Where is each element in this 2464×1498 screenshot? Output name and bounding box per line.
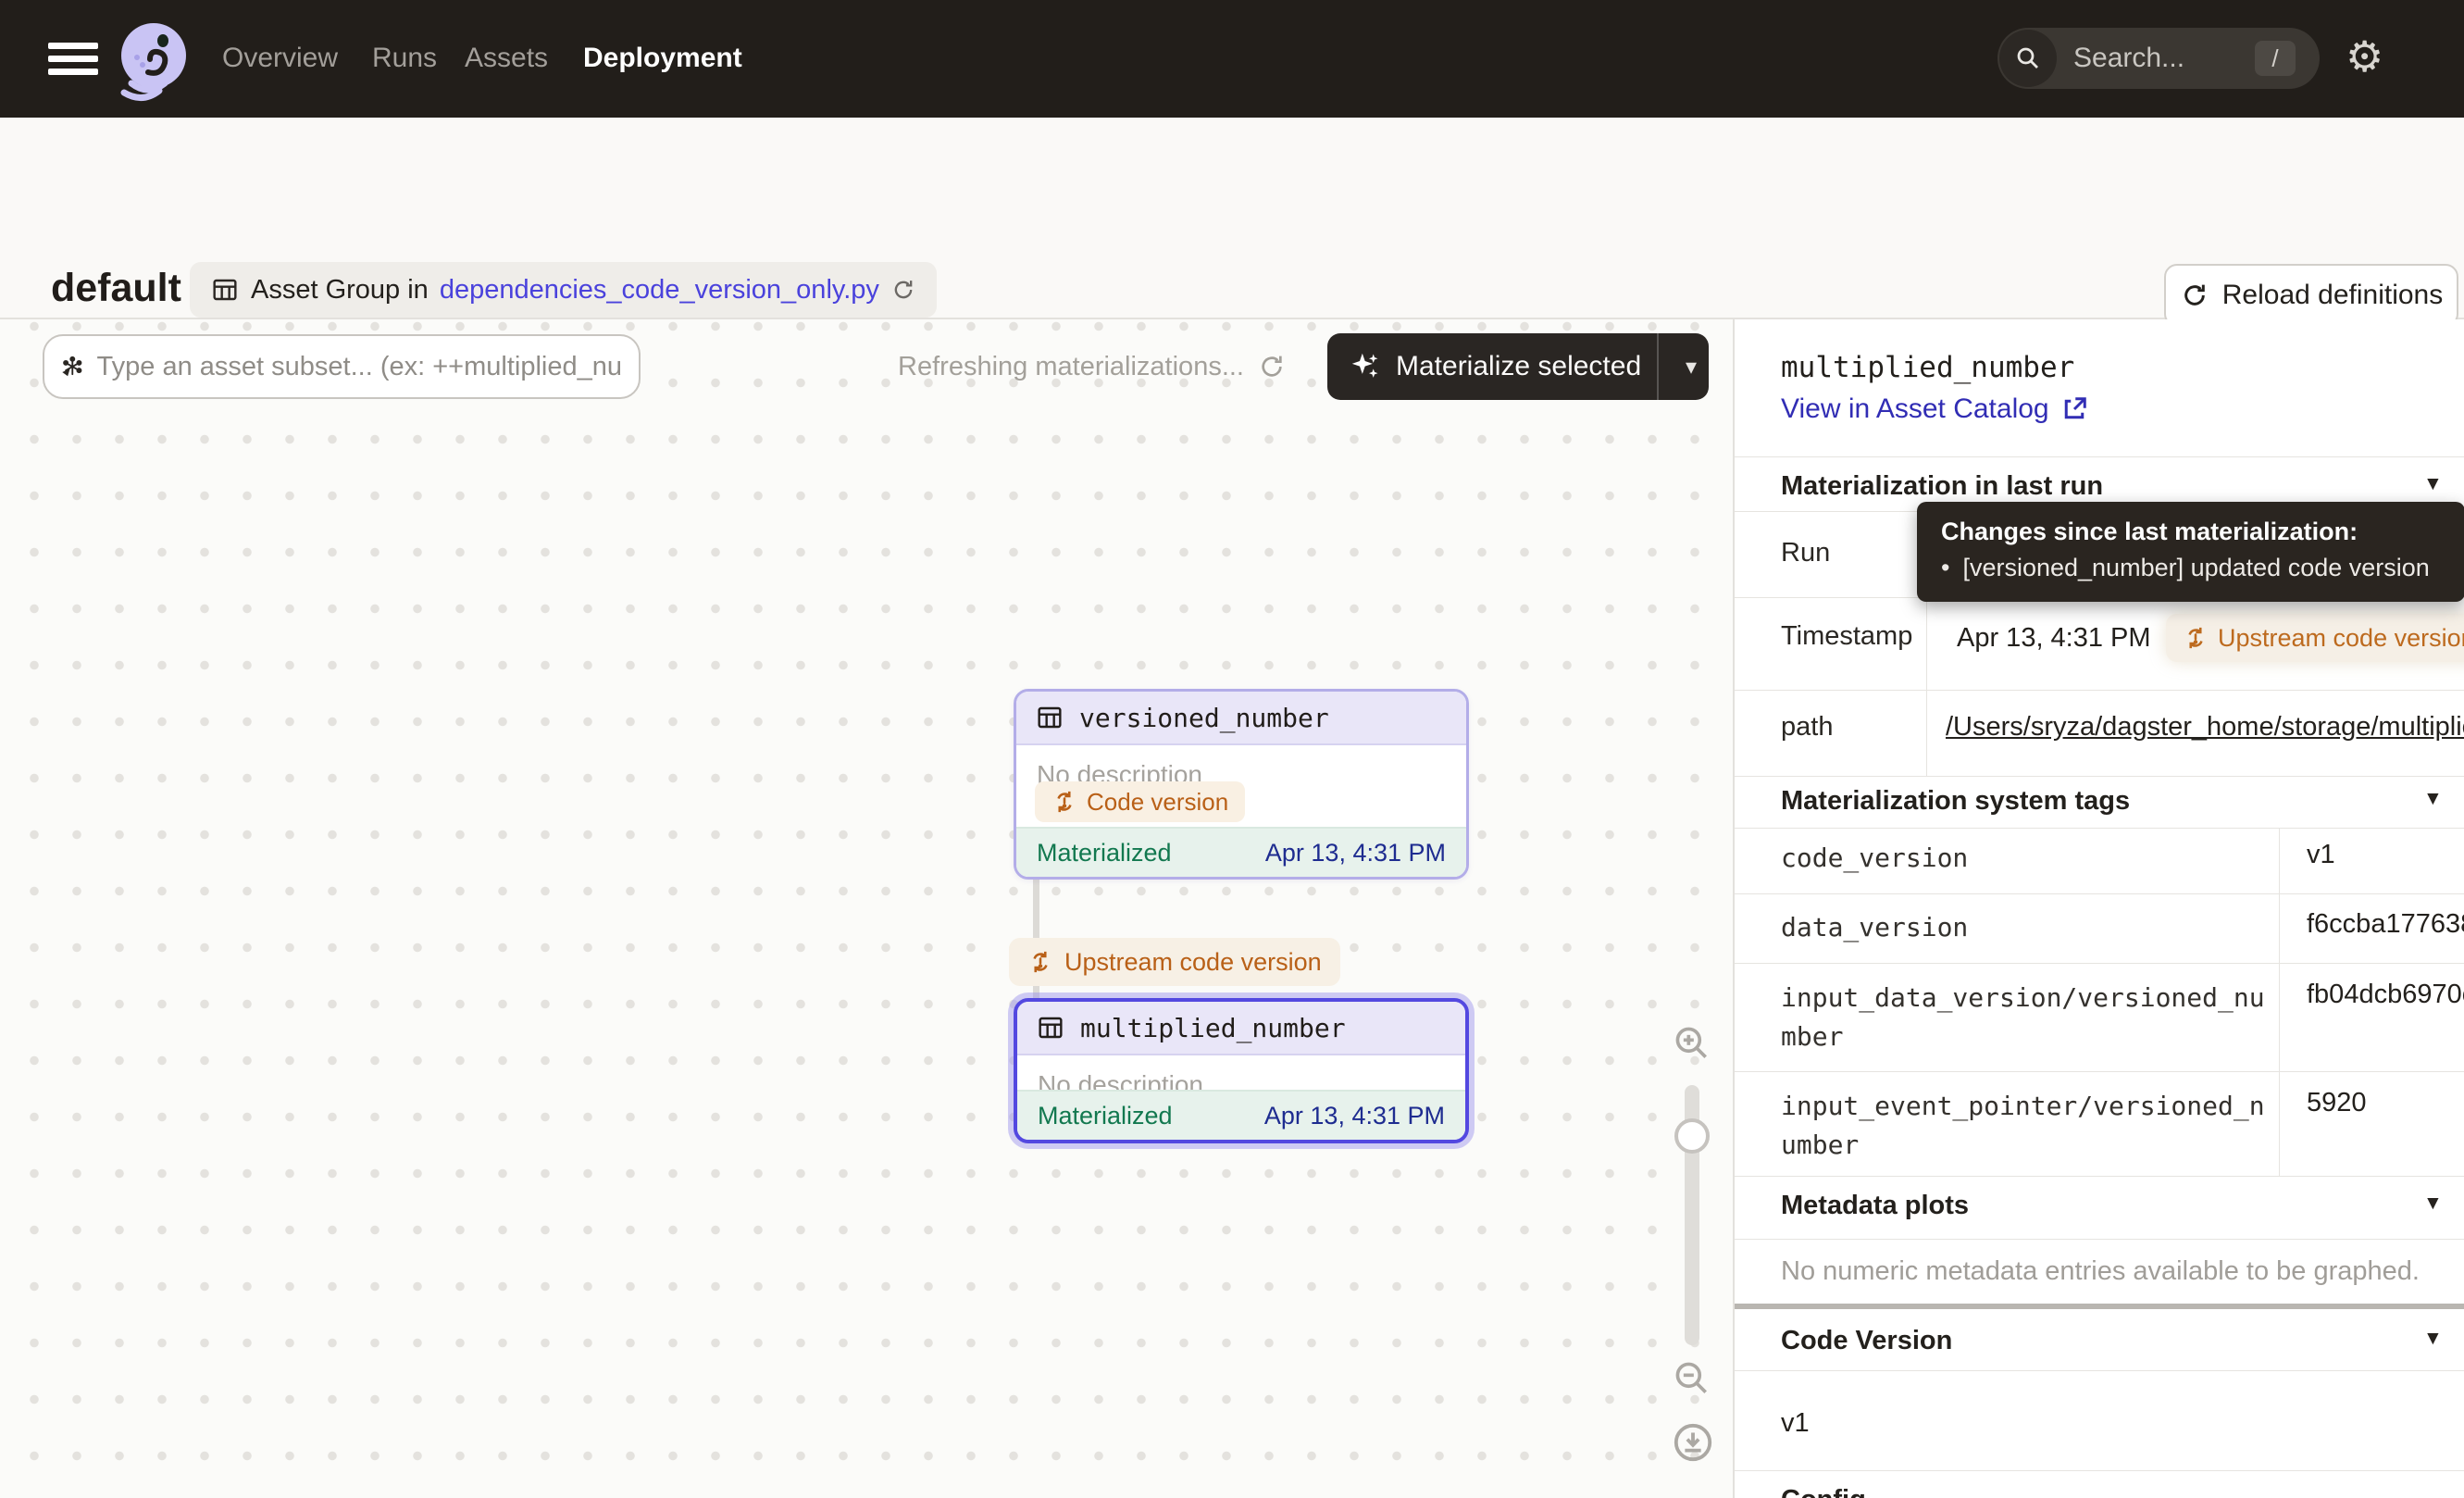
tag-key: code_version — [1781, 839, 2271, 878]
tag-key: input_data_version/versioned_number — [1781, 979, 2271, 1056]
search-shortcut-badge: / — [2255, 41, 2296, 76]
table-icon — [1036, 1013, 1065, 1042]
zoom-in-icon[interactable] — [1672, 1023, 1712, 1064]
menu-icon[interactable] — [48, 43, 98, 76]
collapse-caret-icon[interactable]: ▼ — [2423, 1192, 2443, 1215]
asset-group-chip[interactable]: Asset Group in dependencies_code_version… — [190, 262, 937, 318]
tag-value: 5920 — [2307, 1088, 2367, 1118]
divider — [1735, 776, 2464, 777]
materialized-timestamp: Apr 13, 4:31 PM — [1264, 1102, 1445, 1130]
asset-subset-input[interactable]: Type an asset subset... (ex: ++multiplie… — [43, 334, 641, 399]
zoom-slider-handle[interactable] — [1674, 1118, 1710, 1154]
search-icon — [1999, 30, 2057, 87]
asset-node-header: versioned_number — [1016, 692, 1466, 745]
view-in-asset-catalog-link[interactable]: View in Asset Catalog — [1781, 393, 2088, 425]
materialized-timestamp: Apr 13, 4:31 PM — [1265, 839, 1446, 868]
top-nav-bar: Overview Runs Assets Deployment Search..… — [0, 0, 2464, 118]
code-version-value: v1 — [1781, 1408, 1810, 1439]
materialize-selected-button[interactable]: Materialize selected ▾ — [1327, 333, 1709, 400]
row-key-path: path — [1781, 712, 1833, 743]
code-version-icon — [2183, 625, 2209, 651]
tooltip-title: Changes since last materialization: — [1941, 518, 2441, 546]
row-key-timestamp: Timestamp — [1781, 621, 1912, 652]
settings-gear-icon[interactable]: ⚙ — [2346, 35, 2383, 78]
upstream-code-version-badge: Upstream code version — [2166, 614, 2464, 662]
path-link[interactable]: /Users/sryza/dagster_home/storage/multip… — [1946, 712, 2464, 743]
tag-value: f6ccba177638 — [2307, 909, 2464, 940]
collapse-caret-icon[interactable]: ▼ — [2423, 788, 2443, 810]
selected-asset-name: multiplied_number — [1781, 351, 2074, 384]
asset-status-footer: Materialized Apr 13, 4:31 PM — [1016, 827, 1466, 877]
divider — [1735, 828, 2464, 829]
asset-node-versioned-number[interactable]: versioned_number No description Code ver… — [1014, 689, 1469, 880]
divider — [1735, 690, 2464, 691]
asset-node-multiplied-number[interactable]: multiplied_number No description Materia… — [1014, 998, 1469, 1143]
nav-item-runs[interactable]: Runs — [372, 43, 437, 74]
refresh-icon — [2180, 281, 2209, 310]
materialized-status: Materialized — [1037, 839, 1172, 868]
section-code-version: Code Version — [1781, 1326, 1952, 1356]
collapse-caret-icon[interactable]: ▼ — [2423, 1328, 2443, 1350]
refreshing-status: Refreshing materializations... — [870, 334, 1287, 399]
divider — [1735, 1071, 2464, 1072]
section-system-tags: Materialization system tags — [1781, 786, 2130, 817]
section-materialization-last-run: Materialization in last run — [1781, 471, 2103, 502]
divider — [1735, 456, 2464, 457]
asset-graph-filter-icon — [61, 350, 84, 383]
dagster-app-window: Overview Runs Assets Deployment Search..… — [0, 0, 2464, 1498]
timestamp-value: Apr 13, 4:31 PM — [1957, 623, 2151, 654]
asset-details-panel: multiplied_number View in Asset Catalog … — [1733, 319, 2464, 1498]
materialize-dropdown-caret[interactable]: ▾ — [1674, 354, 1709, 381]
column-divider — [2279, 828, 2280, 1176]
download-graph-icon[interactable] — [1672, 1421, 1714, 1464]
page-title: default — [51, 266, 181, 311]
tag-key: input_event_pointer/versioned_number — [1781, 1087, 2271, 1165]
dagster-logo-icon[interactable] — [104, 11, 196, 107]
divider — [1735, 1470, 2464, 1471]
table-icon — [210, 275, 240, 305]
row-key-run: Run — [1781, 538, 1830, 568]
upstream-code-version-badge: Upstream code version — [1009, 938, 1340, 986]
divider — [1735, 1239, 2464, 1240]
nav-item-assets[interactable]: Assets — [465, 43, 548, 74]
tag-key: data_version — [1781, 908, 2271, 947]
divider — [1735, 893, 2464, 894]
nav-item-deployment[interactable]: Deployment — [583, 43, 742, 74]
tooltip-change-item: [versioned_number] updated code version — [1962, 554, 2429, 582]
button-divider — [1657, 333, 1659, 400]
zoom-out-icon[interactable] — [1672, 1358, 1712, 1399]
search-input[interactable]: Search... / — [1997, 28, 2320, 89]
asset-graph-canvas[interactable]: Type an asset subset... (ex: ++multiplie… — [0, 319, 1733, 1498]
code-version-icon — [1052, 789, 1077, 815]
asset-node-header: multiplied_number — [1017, 1002, 1465, 1055]
collapse-caret-icon[interactable]: ▼ — [2423, 473, 2443, 495]
section-divider — [1735, 1304, 2464, 1309]
code-version-icon — [1027, 949, 1053, 975]
nav-item-overview[interactable]: Overview — [222, 43, 338, 74]
asset-status-footer: Materialized Apr 13, 4:31 PM — [1017, 1090, 1465, 1140]
divider — [1735, 963, 2464, 964]
refresh-icon[interactable] — [1257, 352, 1287, 381]
page-header: default Asset Group in dependencies_code… — [0, 118, 2464, 319]
tag-value: v1 — [2307, 840, 2335, 870]
metadata-plots-empty-note: No numeric metadata entries available to… — [1781, 1256, 2420, 1287]
code-file-link[interactable]: dependencies_code_version_only.py — [440, 275, 879, 306]
asset-group-label: Asset Group in — [251, 275, 429, 306]
sparkle-icon — [1348, 349, 1383, 384]
divider — [1735, 1370, 2464, 1371]
asset-subset-placeholder: Type an asset subset... (ex: ++multiplie… — [97, 352, 622, 382]
table-icon — [1035, 703, 1064, 732]
changes-tooltip: Changes since last materialization: • [v… — [1917, 502, 2464, 602]
section-metadata-plots: Metadata plots — [1781, 1191, 1969, 1221]
search-placeholder: Search... — [2073, 43, 2184, 74]
materialized-status: Materialized — [1038, 1102, 1173, 1130]
section-config: Config — [1781, 1485, 1866, 1498]
reload-definitions-button[interactable]: Reload definitions — [2164, 264, 2458, 327]
external-link-icon — [2060, 395, 2088, 423]
tag-value: fb04dcb6970c — [2307, 980, 2464, 1010]
refresh-icon[interactable] — [890, 277, 916, 303]
code-version-badge: Code version — [1035, 781, 1245, 822]
bullet: • — [1941, 554, 1949, 582]
divider — [1735, 1176, 2464, 1177]
